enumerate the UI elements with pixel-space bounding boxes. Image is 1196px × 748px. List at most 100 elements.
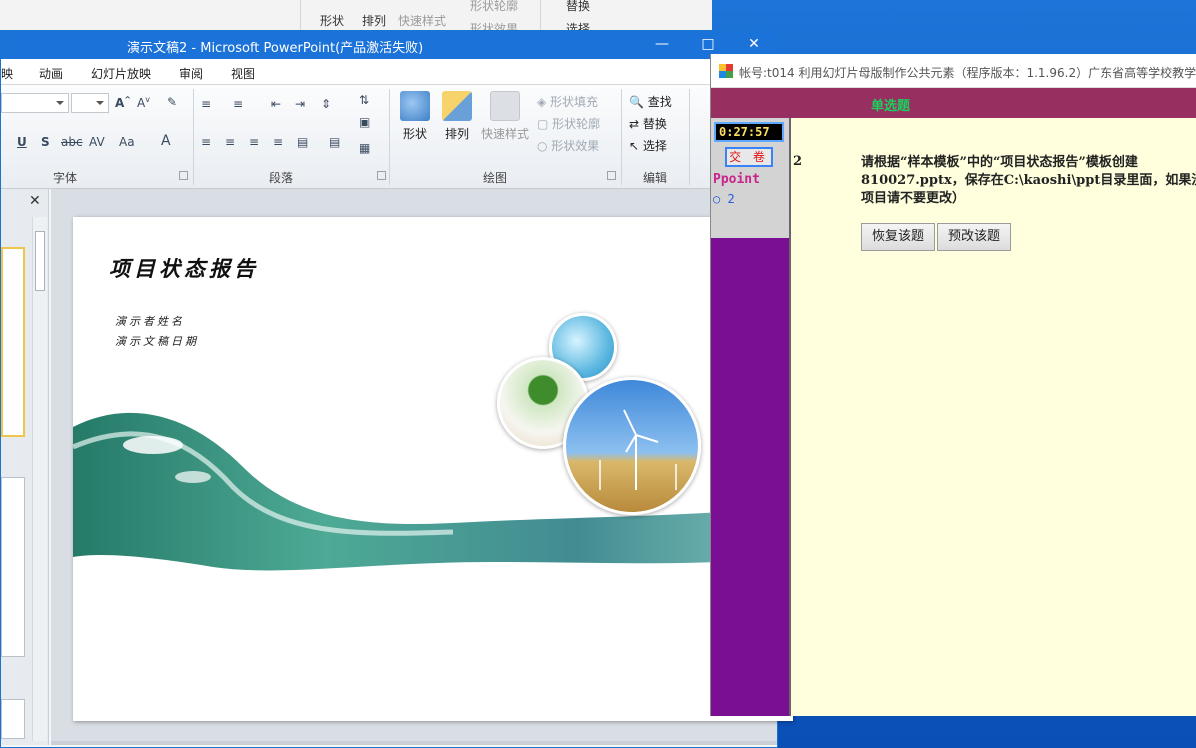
strikethrough-icon[interactable]: abc	[61, 135, 83, 149]
tab-animation[interactable]: 动画	[39, 65, 63, 82]
tab-review[interactable]: 审阅	[179, 65, 203, 82]
paragraph-dialog-launcher[interactable]	[377, 171, 386, 180]
find-label: 查找	[647, 95, 672, 109]
preview-question-button[interactable]: 预改该题	[937, 223, 1012, 251]
drawing-dialog-launcher[interactable]	[607, 171, 616, 180]
close-button[interactable]: ✕	[739, 34, 769, 54]
quick-styles-button[interactable]: 快速样式	[479, 91, 531, 142]
exam-title-bar: 帐号:t014 利用幻灯片母版制作公共元素（程序版本：1.1.96.2）广东省高…	[711, 54, 1196, 88]
slide-thumbnails-pane: ✕	[1, 189, 49, 745]
maximize-button[interactable]: □	[693, 34, 723, 54]
bg-shape-label: 形状	[320, 14, 345, 28]
font-color-icon[interactable]: A	[161, 133, 171, 149]
minimize-button[interactable]: —	[647, 34, 677, 54]
question-line-3: 项目请不要更改）	[861, 191, 966, 206]
turbine-icon	[599, 409, 677, 490]
align-right-icon[interactable]: ≡	[249, 135, 259, 149]
font-name-dropdown[interactable]	[1, 93, 69, 113]
submit-exam-button[interactable]: 交 卷	[725, 147, 773, 167]
exam-window: 帐号:t014 利用幻灯片母版制作公共元素（程序版本：1.1.96.2）广东省高…	[710, 54, 1196, 716]
question-line-1: 请根据“样本模板”中的“项目状态报告”模板创建	[861, 155, 1138, 170]
line-spacing-icon[interactable]: ⇕	[321, 97, 331, 111]
underline-icon[interactable]: U	[17, 135, 27, 149]
justify-icon[interactable]: ≡	[273, 135, 283, 149]
smartart-icon[interactable]: ▦	[359, 141, 370, 155]
slide-thumbnail-1[interactable]	[1, 247, 25, 437]
question-type-bar: 单选题	[711, 88, 1196, 118]
slide-presentation-date[interactable]: 演示文稿日期	[115, 333, 199, 349]
tab-slideshow-partial[interactable]: 映	[1, 65, 13, 82]
shape-effects-button[interactable]: ○ 形状效果	[537, 137, 599, 154]
question-list-item[interactable]: ○ 2	[713, 192, 735, 206]
editing-group-label: 编辑	[643, 171, 668, 185]
shape-effects-label: 形状效果	[551, 139, 600, 153]
drawing-group-label: 绘图	[483, 171, 508, 185]
clear-format-icon[interactable]: ✎	[167, 95, 177, 109]
bullets-icon[interactable]: ≡	[201, 97, 211, 111]
scrollbar-thumb[interactable]	[35, 231, 45, 291]
slide-thumbnail-3[interactable]	[1, 699, 25, 739]
ribbon: A^ Av ✎ U S abc AV Aa A 字体 ≡ ≡ ⇤ ⇥ ⇕ ⇅ ≡…	[1, 85, 777, 189]
font-size-dropdown[interactable]	[71, 93, 109, 113]
restore-question-button[interactable]: 恢复该题	[861, 223, 936, 251]
slide-thumbnail-2[interactable]	[1, 477, 25, 657]
char-spacing-icon[interactable]: AV	[89, 135, 105, 149]
ppt-title-bar: 演示文稿2 - Microsoft PowerPoint(产品激活失败) — □…	[1, 31, 777, 59]
align-center-icon[interactable]: ≡	[225, 135, 235, 149]
slide-title[interactable]: 项目状态报告	[109, 253, 259, 283]
quick-styles-label: 快速样式	[480, 127, 529, 141]
question-line-2: 810027.pptx，保存在C:\kaoshi\ppt目录里面，如果没有	[861, 173, 1196, 188]
slide-presenter-name[interactable]: 演示者姓名	[115, 313, 185, 329]
align-left-icon[interactable]: ≡	[201, 135, 211, 149]
replace-label: 替换	[642, 117, 667, 131]
current-slide[interactable]: 项目状态报告 演示者姓名 演示文稿日期	[73, 217, 793, 721]
exam-left-panel: 0:27:57 交 卷 Ppoint ○ 2	[711, 118, 789, 716]
bg-outline-label: 形状轮廓	[470, 0, 519, 13]
bg-quickstyle-label: 快速样式	[398, 14, 447, 28]
distributed-icon[interactable]: ▤	[297, 135, 308, 149]
columns-icon[interactable]: ▤	[329, 135, 340, 149]
align-text-icon[interactable]: ▣	[359, 115, 370, 129]
exam-control-area: 0:27:57 交 卷 Ppoint ○ 2	[711, 118, 789, 238]
bg-replace-label: 替换	[566, 0, 591, 13]
shapes-label: 形状	[402, 127, 427, 141]
shape-fill-button[interactable]: ◈ 形状填充	[537, 93, 598, 110]
quick-styles-icon	[490, 91, 520, 121]
ribbon-tabs: 映 动画 幻灯片放映 审阅 视图	[1, 59, 777, 85]
thumbnails-scrollbar[interactable]	[32, 217, 47, 741]
find-button[interactable]: 🔍 查找	[629, 93, 672, 110]
numbering-icon[interactable]: ≡	[233, 97, 243, 111]
tab-view[interactable]: 视图	[231, 65, 255, 82]
decrease-indent-icon[interactable]: ⇤	[271, 97, 281, 111]
text-direction-icon[interactable]: ⇅	[359, 93, 369, 107]
replace-icon: ⇄	[629, 117, 640, 131]
arrange-button[interactable]: 排列	[435, 91, 479, 142]
shadow-icon[interactable]: S	[41, 135, 50, 149]
paragraph-group-label: 段落	[269, 171, 294, 185]
wind-turbine-photo	[563, 377, 701, 515]
arrange-icon	[442, 91, 472, 121]
shapes-icon	[400, 91, 430, 121]
select-button[interactable]: ↖ 选择	[629, 137, 667, 154]
arrange-label: 排列	[444, 127, 469, 141]
binoculars-icon: 🔍	[629, 95, 644, 109]
shape-outline-button[interactable]: ▢ 形状轮廓	[537, 115, 600, 132]
font-dialog-launcher[interactable]	[179, 171, 188, 180]
exam-window-title: 帐号:t014 利用幻灯片母版制作公共元素（程序版本：1.1.96.2）广东省高…	[739, 66, 1196, 80]
tab-slideshow[interactable]: 幻灯片放映	[91, 65, 151, 82]
grow-font-icon[interactable]: A^	[115, 95, 131, 110]
increase-indent-icon[interactable]: ⇥	[295, 97, 305, 111]
shape-fill-label: 形状填充	[550, 95, 599, 109]
replace-button[interactable]: ⇄ 替换	[629, 115, 667, 132]
shrink-font-icon[interactable]: Av	[137, 95, 150, 110]
question-number: 2	[793, 154, 803, 169]
close-pane-icon[interactable]: ✕	[29, 193, 41, 209]
ppt-window-title: 演示文稿2 - Microsoft PowerPoint(产品激活失败)	[127, 41, 424, 56]
canvas-horizontal-scrollbar[interactable]	[51, 741, 777, 745]
exam-app-icon	[719, 64, 733, 78]
change-case-icon[interactable]: Aa	[119, 135, 135, 149]
slide-canvas: 项目状态报告 演示者姓名 演示文稿日期	[51, 189, 793, 745]
app-category-label: Ppoint	[713, 172, 760, 187]
select-label: 选择	[642, 139, 667, 153]
shapes-button[interactable]: 形状	[393, 91, 437, 142]
